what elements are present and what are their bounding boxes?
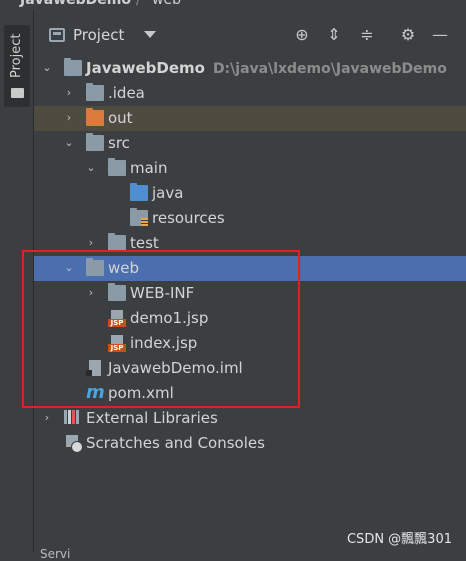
minimize-icon[interactable]: — (430, 25, 450, 45)
breadcrumb-folder[interactable]: web (152, 0, 181, 8)
tree-item-root[interactable]: ⌄ JavawebDemo D:\java\lxdemo\JavawebDemo (34, 56, 466, 81)
tree-item-java-label: java (152, 184, 184, 202)
project-folder-icon (11, 88, 24, 98)
tree-item-iml-label: JavawebDemo.iml (108, 359, 243, 377)
jsp-file-icon: JSP (108, 335, 126, 352)
folder-icon (108, 158, 126, 176)
tree-item-external-libraries[interactable]: › External Libraries (34, 406, 466, 431)
tree-item-demo1-jsp[interactable]: JSP demo1.jsp (34, 306, 466, 331)
tree-item-demo1-label: demo1.jsp (130, 309, 209, 327)
jsp-file-icon: JSP (108, 310, 126, 327)
scratches-icon (64, 435, 83, 453)
project-panel-header: Project ⊕ ⇕ ≑ ⚙ — (34, 20, 466, 50)
tree-item-webinf-label: WEB-INF (130, 284, 195, 302)
chevron-right-icon[interactable]: › (86, 237, 96, 248)
tree-item-root-label: JavawebDemo (86, 59, 205, 77)
folder-icon (108, 233, 126, 251)
jsp-badge: JSP (108, 344, 126, 352)
tree-item-external-libraries-label: External Libraries (86, 409, 218, 427)
resources-folder-icon (130, 208, 148, 226)
library-icon (64, 410, 82, 426)
breadcrumb-project[interactable]: JavawebDemo (20, 0, 131, 8)
chevron-down-icon[interactable]: ⌄ (64, 137, 74, 148)
tree-item-web-label: web (108, 259, 140, 277)
services-panel-title-fragment[interactable]: Servi (40, 547, 70, 561)
watermark: CSDN @飄飄301 (346, 532, 452, 547)
tree-item-idea-label: .idea (108, 84, 145, 102)
chevron-right-icon[interactable]: › (64, 112, 74, 123)
tree-item-java[interactable]: java (34, 181, 466, 206)
tree-item-pom-label: pom.xml (108, 384, 174, 402)
project-view-title[interactable]: Project (73, 26, 124, 44)
source-folder-icon (130, 183, 148, 201)
gear-icon[interactable]: ⚙ (398, 25, 418, 45)
web-folder-icon (86, 258, 104, 276)
tree-item-root-path: D:\java\lxdemo\JavawebDemo (212, 61, 447, 77)
tree-item-web[interactable]: ⌄ web (34, 256, 466, 281)
chevron-right-icon[interactable]: › (86, 287, 96, 298)
tree-item-idea[interactable]: › .idea (34, 81, 466, 106)
left-tool-stripe: Project (0, 10, 34, 553)
tree-item-index-jsp[interactable]: JSP index.jsp (34, 331, 466, 356)
module-folder-icon (64, 58, 82, 76)
chevron-down-icon[interactable]: ⌄ (42, 62, 52, 73)
tree-item-index-label: index.jsp (130, 334, 198, 352)
tree-item-out[interactable]: › out (34, 106, 466, 131)
tree-item-scratches-label: Scratches and Consoles (86, 434, 265, 452)
tree-item-webinf[interactable]: › WEB-INF (34, 281, 466, 306)
tree-item-test-label: test (130, 234, 159, 252)
tree-item-resources[interactable]: resources (34, 206, 466, 231)
tree-item-src[interactable]: ⌄ src (34, 131, 466, 156)
tree-item-iml[interactable]: JavawebDemo.iml (34, 356, 466, 381)
tree-item-pom[interactable]: m pom.xml (34, 381, 466, 406)
folder-icon (86, 133, 104, 151)
tree-item-scratches[interactable]: Scratches and Consoles (34, 431, 466, 456)
folder-icon (108, 283, 126, 301)
breadcrumb-bar: JavawebDemo / web (0, 0, 466, 10)
jsp-badge: JSP (108, 319, 126, 327)
tree-item-test[interactable]: › test (34, 231, 466, 256)
target-icon[interactable]: ⊕ (292, 25, 312, 45)
chevron-down-icon[interactable] (144, 31, 156, 38)
module-file-icon (86, 360, 104, 376)
breadcrumb-separator: / (136, 0, 141, 8)
project-tool-tab-label: Project (9, 33, 24, 78)
collapse-all-icon[interactable]: ≑ (357, 25, 377, 45)
project-panel: Project ⊕ ⇕ ≑ ⚙ — ⌄ JavawebDemo D:\java\l… (34, 10, 466, 553)
chevron-right-icon[interactable]: › (42, 412, 52, 423)
tree-item-resources-label: resources (152, 209, 225, 227)
tree-item-main[interactable]: ⌄ main (34, 156, 466, 181)
excluded-folder-icon (86, 108, 104, 126)
chevron-right-icon[interactable]: › (64, 87, 74, 98)
folder-icon (86, 83, 104, 101)
project-view-icon (49, 28, 65, 42)
chevron-down-icon[interactable]: ⌄ (64, 262, 74, 273)
tree-item-main-label: main (130, 159, 168, 177)
expand-all-icon[interactable]: ⇕ (324, 25, 344, 45)
maven-icon: m (86, 382, 105, 403)
tree-item-src-label: src (108, 134, 130, 152)
chevron-down-icon[interactable]: ⌄ (86, 162, 96, 173)
tree-item-out-label: out (108, 109, 133, 127)
